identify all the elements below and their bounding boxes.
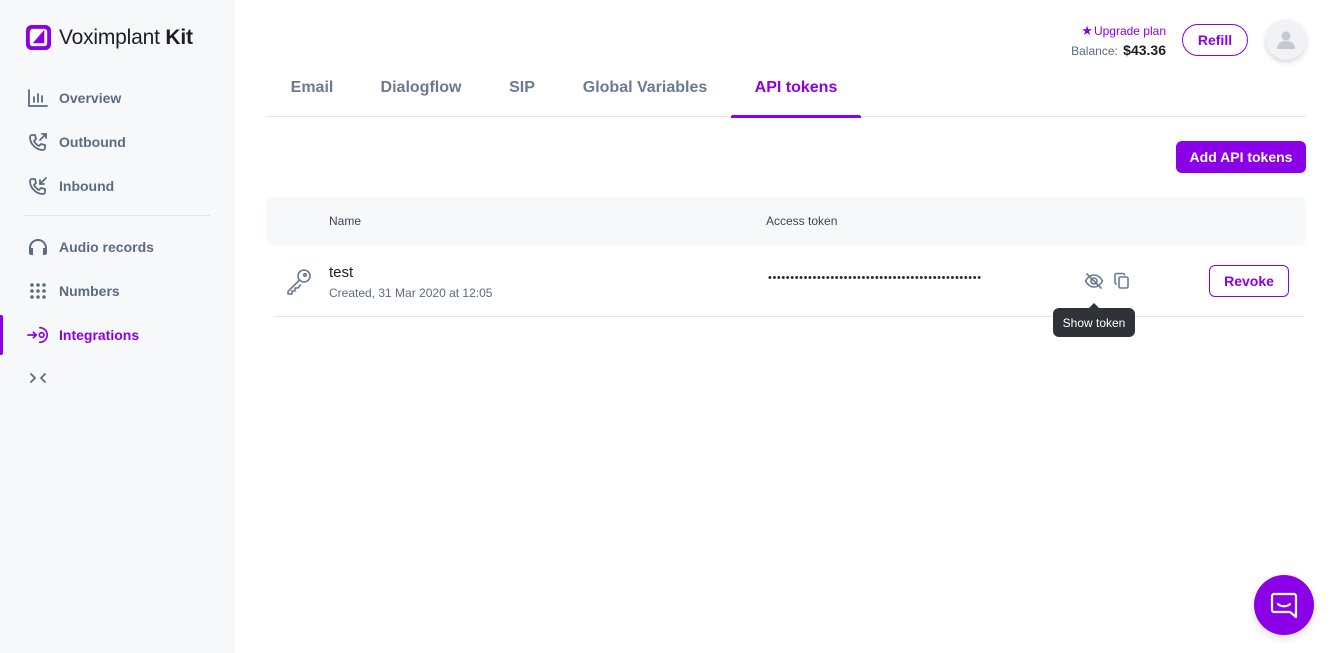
headphones-icon <box>27 236 49 258</box>
chat-widget-button[interactable] <box>1254 575 1314 635</box>
copy-icon[interactable] <box>1114 272 1130 290</box>
logo-mark-icon <box>25 24 52 51</box>
integrations-icon <box>27 324 49 346</box>
sidebar-item-label: Inbound <box>59 178 115 194</box>
table-row: test Created, 31 Mar 2020 at 12:05 •••••… <box>274 245 1304 317</box>
app-name: Voximplant Kit <box>59 25 193 49</box>
sidebar-divider <box>25 215 210 216</box>
overview-icon <box>27 87 49 109</box>
sidebar-item-integrations[interactable]: Integrations <box>0 315 235 355</box>
token-name: test <box>329 264 354 281</box>
balance-amount: $43.36 <box>1123 41 1166 58</box>
sidebar: Voximplant Kit Overview Outbound Inbound <box>0 0 235 653</box>
column-header-access-token: Access token <box>766 214 838 228</box>
integrations-tabs: Email Dialogflow SIP Global Variables AP… <box>267 68 1306 118</box>
account-header: ★ Upgrade plan Balance: $43.36 Refill <box>1071 20 1306 60</box>
app-logo[interactable]: Voximplant Kit <box>25 24 193 51</box>
sidebar-item-numbers[interactable]: Numbers <box>0 271 235 311</box>
upgrade-plan-link[interactable]: ★ Upgrade plan <box>1071 23 1166 39</box>
key-icon <box>287 269 311 295</box>
column-header-name: Name <box>329 214 362 228</box>
sidebar-item-inbound[interactable]: Inbound <box>0 166 235 206</box>
refill-button[interactable]: Refill <box>1182 24 1248 56</box>
add-api-tokens-button[interactable]: Add API tokens <box>1176 141 1306 173</box>
star-icon: ★ <box>1081 22 1093 38</box>
collapse-chevrons-icon <box>30 373 46 383</box>
balance: Balance: $43.36 <box>1071 41 1166 58</box>
balance-block: ★ Upgrade plan Balance: $43.36 <box>1071 23 1166 58</box>
chat-icon <box>1270 592 1298 619</box>
tab-email[interactable]: Email <box>267 68 357 117</box>
user-icon <box>1277 31 1295 49</box>
eye-off-icon[interactable] <box>1084 271 1104 291</box>
tab-global-variables[interactable]: Global Variables <box>573 68 717 117</box>
inbound-call-icon <box>27 175 49 197</box>
collapse-sidebar-button[interactable] <box>28 368 52 388</box>
sidebar-item-outbound[interactable]: Outbound <box>0 122 235 162</box>
sidebar-item-label: Numbers <box>59 283 120 299</box>
token-created-date: Created, 31 Mar 2020 at 12:05 <box>329 286 493 300</box>
sidebar-item-label: Audio records <box>59 239 154 255</box>
dialpad-icon <box>27 280 49 302</box>
tab-dialogflow[interactable]: Dialogflow <box>367 68 475 117</box>
sidebar-item-label: Integrations <box>59 327 140 343</box>
token-value-masked: ••••••••••••••••••••••••••••••••••••••••… <box>768 272 982 284</box>
revoke-button[interactable]: Revoke <box>1209 265 1289 297</box>
table-header: Name Access token <box>267 197 1306 245</box>
avatar[interactable] <box>1266 20 1306 60</box>
tab-api-tokens[interactable]: API tokens <box>731 68 861 118</box>
sidebar-item-label: Overview <box>59 90 122 106</box>
sidebar-item-audio-records[interactable]: Audio records <box>0 227 235 267</box>
sidebar-item-overview[interactable]: Overview <box>0 78 235 118</box>
sidebar-item-label: Outbound <box>59 134 126 150</box>
show-token-tooltip: Show token <box>1053 303 1135 337</box>
outbound-call-icon <box>27 131 49 153</box>
tab-sip[interactable]: SIP <box>497 68 547 117</box>
